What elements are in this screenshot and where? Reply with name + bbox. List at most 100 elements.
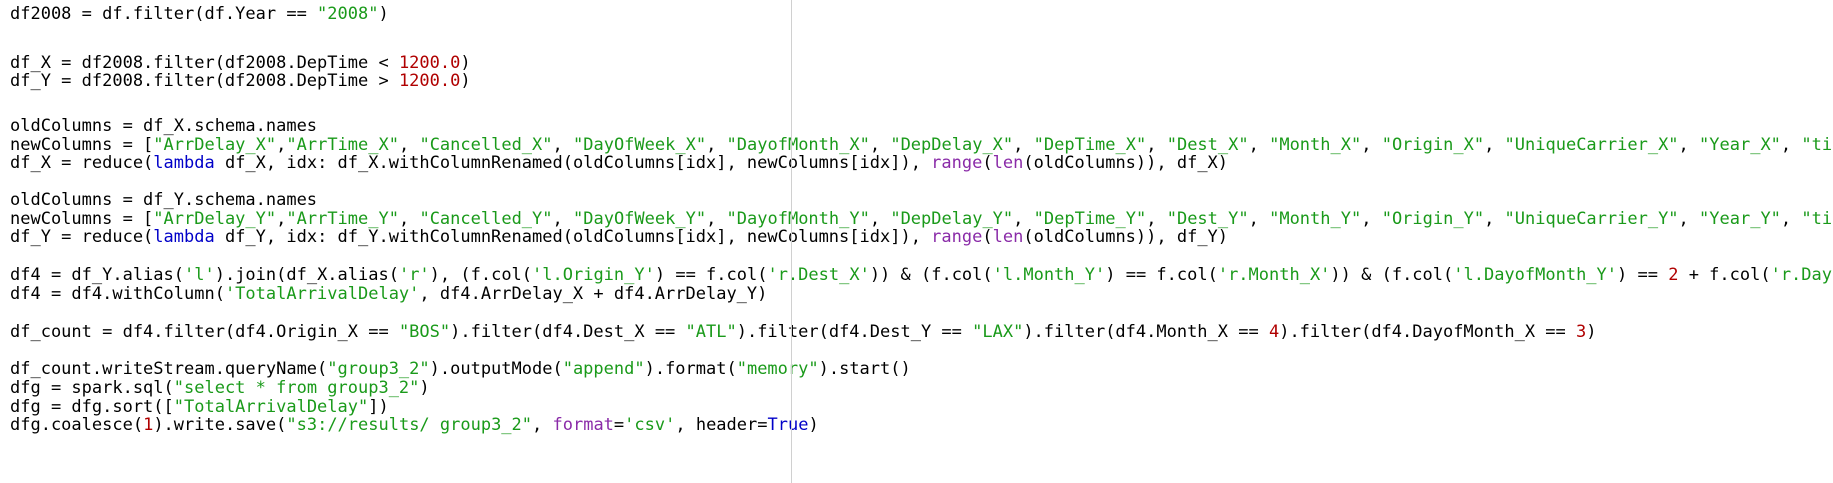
code-token-plain: ), (f.col(: [429, 265, 533, 285]
code-token-plain: ,: [1248, 135, 1270, 155]
code-token-string: "timeStam: [1801, 209, 1833, 229]
code-token-plain: ).outputMode(: [429, 359, 563, 379]
code-token-plain: (oldColumns)), df_X): [1023, 153, 1229, 173]
code-token-string: 'TotalArrivalDelay': [224, 284, 420, 304]
code-token-plain: ,: [1678, 209, 1700, 229]
code-token-plain: ,: [1361, 209, 1382, 229]
code-token-string: "select * from group3_2": [173, 378, 420, 398]
code-line[interactable]: df2008 = df.filter(df.Year == "2008"): [10, 3, 389, 25]
code-token-plain: ,: [532, 415, 553, 435]
code-token-string: "2008": [317, 4, 379, 24]
code-token-string: 'l.Origin_Y': [532, 265, 655, 285]
code-token-string: 'l.DayofMonth_Y': [1453, 265, 1618, 285]
code-token-plain: df_X = reduce(: [10, 153, 154, 173]
code-line[interactable]: df_Y = reduce(lambda df_Y, idx: df_Y.wit…: [10, 226, 1228, 248]
code-token-string: "append": [562, 359, 645, 379]
code-token-string: 'r.Month_X': [1217, 265, 1331, 285]
code-token-plain: ): [808, 415, 819, 435]
code-token-plain: ) ==: [1617, 265, 1669, 285]
code-token-plain: ,: [1484, 209, 1505, 229]
code-token-keyword: True: [767, 415, 809, 435]
code-token-plain: ,: [1484, 135, 1505, 155]
code-token-plain: ).filter(df4.Dest_X ==: [450, 322, 686, 342]
code-token-builtin: range: [931, 153, 983, 173]
code-token-string: "memory": [736, 359, 819, 379]
code-token-string: "UniqueCarrier_Y": [1504, 209, 1679, 229]
code-token-string: "Month_X": [1269, 135, 1362, 155]
code-line[interactable]: df_Y = df2008.filter(df2008.DepTime > 12…: [10, 70, 471, 92]
code-editor[interactable]: df2008 = df.filter(df.Year == "2008") df_…: [0, 0, 1833, 483]
code-token-plain: ).filter(df4.Month_X ==: [1023, 322, 1269, 342]
code-token-plain: ,: [1780, 209, 1802, 229]
code-token-plain: df_Y, idx: df_Y.withColumnRenamed(oldCol…: [214, 227, 932, 247]
code-token-plain: ).format(: [644, 359, 737, 379]
code-token-number: 3: [1576, 322, 1587, 342]
code-token-string: "Year_Y": [1699, 209, 1781, 229]
code-token-plain: (: [982, 153, 993, 173]
code-line[interactable]: df4 = df4.withColumn('TotalArrivalDelay'…: [10, 283, 767, 305]
code-token-string: "Month_Y": [1269, 209, 1362, 229]
code-token-plain: ,: [1248, 209, 1270, 229]
code-token-plain: ,: [1361, 135, 1382, 155]
code-token-plain: + f.col(: [1678, 265, 1771, 285]
code-token-plain: ): [378, 4, 389, 24]
code-token-plain: , df4.ArrDelay_X + df4.ArrDelay_Y): [419, 284, 768, 304]
code-token-plain: ) == f.col(: [654, 265, 768, 285]
code-token-string: 'csv': [624, 415, 676, 435]
code-token-plain: dfg.coalesce(: [10, 415, 144, 435]
code-token-plain: ): [460, 71, 471, 91]
code-token-string: "LAX": [972, 322, 1024, 342]
code-line[interactable]: df_count = df4.filter(df4.Origin_X == "B…: [10, 321, 1597, 343]
code-token-string: 'l.Month_Y': [992, 265, 1106, 285]
code-token-plain: df_count.writeStream.queryName(: [10, 359, 328, 379]
code-token-string: "Year_X": [1699, 135, 1781, 155]
code-token-plain: ,: [1780, 135, 1802, 155]
code-token-string: "group3_2": [327, 359, 430, 379]
code-token-plain: , header=: [675, 415, 768, 435]
print-margin-line: [791, 0, 792, 483]
code-token-string: 'r': [398, 265, 430, 285]
code-token-plain: df_count = df4.filter(df4.Origin_X ==: [10, 322, 399, 342]
code-token-plain: ): [419, 378, 430, 398]
code-token-builtin: format: [552, 415, 614, 435]
code-token-string: 'r.DayofMont: [1770, 265, 1833, 285]
code-token-plain: ) == f.col(: [1105, 265, 1218, 285]
code-token-string: "s3://results/ group3_2": [286, 415, 533, 435]
code-token-plain: ).filter(df4.DayofMonth_X ==: [1279, 322, 1577, 342]
code-token-string: 'r.Dest_X': [767, 265, 870, 285]
code-token-number: 1200.0: [398, 71, 461, 91]
code-token-plain: oldColumns = df_Y.schema.names: [10, 190, 318, 210]
code-token-number: 4: [1268, 322, 1280, 342]
code-token-number: 2: [1668, 265, 1679, 285]
code-token-plain: =: [613, 415, 625, 435]
code-token-plain: df2008 = df.filter(df.Year ==: [10, 4, 318, 24]
code-token-string: "ATL": [685, 322, 737, 342]
code-token-plain: dfg = spark.sql(: [10, 378, 174, 398]
code-token-plain: ).write.save(: [153, 415, 287, 435]
code-token-keyword: lambda: [153, 153, 215, 173]
code-token-plain: ,: [1678, 135, 1700, 155]
code-token-plain: df_Y = reduce(: [10, 227, 154, 247]
code-token-string: "BOS": [398, 322, 451, 342]
code-token-builtin: len: [992, 153, 1024, 173]
code-token-plain: ).filter(df4.Dest_Y ==: [736, 322, 973, 342]
code-token-string: "timeStam: [1801, 135, 1833, 155]
code-token-plain: df4 = df4.withColumn(: [10, 284, 225, 304]
code-token-plain: df_Y = df2008.filter(df2008.DepTime >: [10, 71, 399, 91]
code-token-string: "UniqueCarrier_X": [1504, 135, 1679, 155]
code-token-plain: (: [982, 227, 993, 247]
code-token-string: "Origin_X": [1381, 135, 1485, 155]
code-token-string: "Origin_Y": [1381, 209, 1485, 229]
code-token-number: 1: [143, 415, 154, 435]
code-token-string: 'l': [184, 265, 215, 285]
code-token-plain: ): [1586, 322, 1597, 342]
code-token-plain: (oldColumns)), df_Y): [1023, 227, 1229, 247]
code-token-plain: df_X, idx: df_X.withColumnRenamed(oldCol…: [214, 153, 932, 173]
code-token-plain: )) & (f.col(: [869, 265, 993, 285]
code-token-keyword: lambda: [153, 227, 215, 247]
code-token-plain: oldColumns = df_X.schema.names: [10, 116, 318, 136]
code-line[interactable]: df_X = reduce(lambda df_X, idx: df_X.wit…: [10, 152, 1228, 174]
code-token-builtin: len: [992, 227, 1024, 247]
code-line[interactable]: dfg.coalesce(1).write.save("s3://results…: [10, 414, 819, 436]
code-token-builtin: range: [931, 227, 983, 247]
